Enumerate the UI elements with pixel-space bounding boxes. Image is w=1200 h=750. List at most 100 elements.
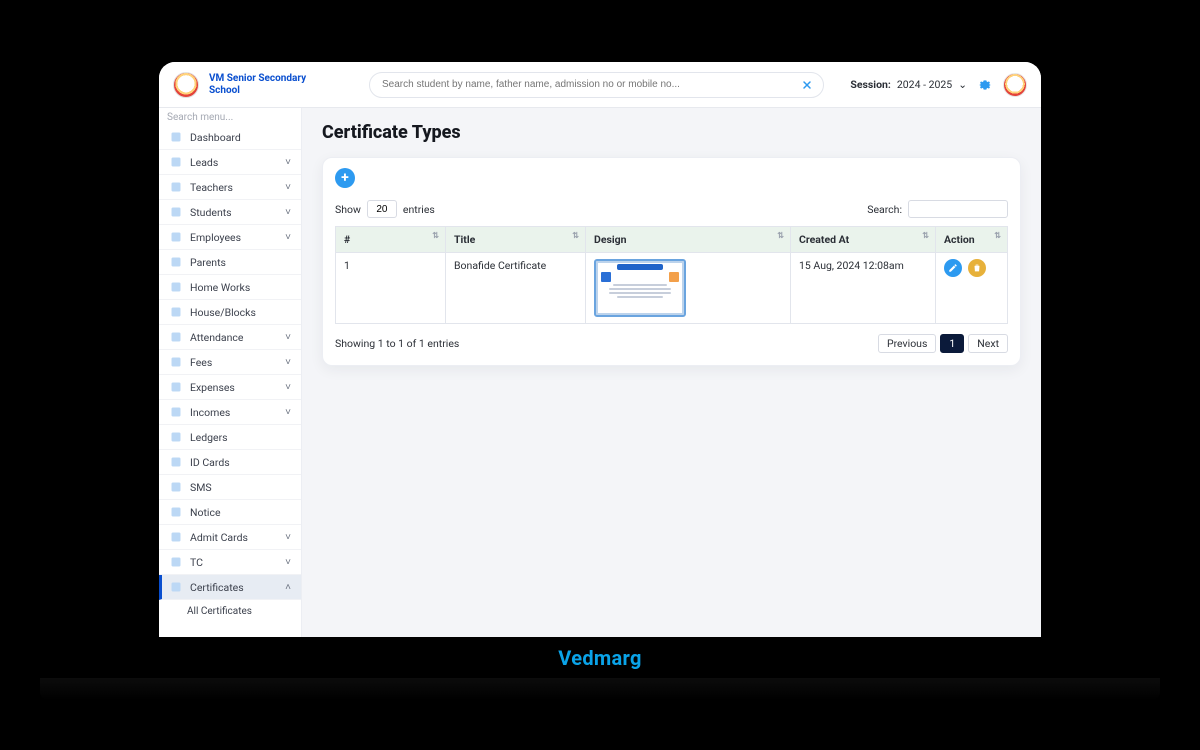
sidebar-item-label: ID Cards	[190, 456, 291, 469]
sidebar-item-admit-cards[interactable]: Admit Cards˅	[159, 525, 301, 550]
sidebar-item-sms[interactable]: SMS	[159, 475, 301, 500]
app-frame: VM Senior Secondary School Session: 2024…	[159, 62, 1041, 679]
sidebar-item-label: Certificates	[190, 581, 278, 594]
menu-item-icon	[169, 130, 183, 144]
entries-input[interactable]	[367, 200, 397, 218]
col-design-header[interactable]: Design⇅	[586, 227, 791, 253]
sidebar-item-parents[interactable]: Parents	[159, 250, 301, 275]
chevron-down-icon: ˅	[285, 382, 291, 393]
global-search-input[interactable]	[369, 72, 824, 98]
cell-design	[586, 253, 791, 324]
sidebar-menu: DashboardLeads˅Teachers˅Students˅Employe…	[159, 125, 301, 679]
school-logo	[173, 72, 199, 98]
table-row: 1 Bonafide Certificate	[336, 253, 1008, 324]
certificate-types-table: #⇅ Title⇅ Design⇅ Created At⇅ Action⇅ 1	[335, 226, 1008, 324]
topbar: VM Senior Secondary School Session: 2024…	[159, 62, 1041, 108]
sidebar-item-label: House/Blocks	[190, 306, 291, 319]
sidebar-item-house-blocks[interactable]: House/Blocks	[159, 300, 301, 325]
menu-item-icon	[169, 405, 183, 419]
plus-icon: +	[341, 170, 349, 186]
col-title-header[interactable]: Title⇅	[446, 227, 586, 253]
sidebar-item-label: TC	[190, 556, 278, 569]
pager-next[interactable]: Next	[968, 334, 1008, 353]
sidebar-item-tc[interactable]: TC˅	[159, 550, 301, 575]
sidebar-item-teachers[interactable]: Teachers˅	[159, 175, 301, 200]
close-icon	[801, 79, 813, 91]
sidebar-item-id-cards[interactable]: ID Cards	[159, 450, 301, 475]
sidebar-item-ledgers[interactable]: Ledgers	[159, 425, 301, 450]
pager-page-1[interactable]: 1	[940, 334, 964, 353]
menu-item-icon	[169, 230, 183, 244]
sidebar-item-label: SMS	[190, 481, 291, 494]
sidebar-item-label: Parents	[190, 256, 291, 269]
sidebar-item-incomes[interactable]: Incomes˅	[159, 400, 301, 425]
show-label-post: entries	[403, 203, 435, 216]
sort-icon: ⇅	[994, 231, 1001, 240]
menu-item-icon	[169, 430, 183, 444]
menu-item-icon	[169, 205, 183, 219]
cell-action	[936, 253, 1008, 324]
sidebar-item-employees[interactable]: Employees˅	[159, 225, 301, 250]
table-info: Showing 1 to 1 of 1 entries	[335, 337, 459, 350]
sidebar-item-certificates[interactable]: Certificates˄	[159, 575, 301, 600]
sort-icon: ⇅	[777, 231, 784, 240]
menu-item-icon	[169, 330, 183, 344]
avatar[interactable]	[1003, 73, 1027, 97]
sidebar-item-label: Home Works	[190, 281, 291, 294]
col-created-header[interactable]: Created At⇅	[791, 227, 936, 253]
chevron-down-icon: ˅	[285, 532, 291, 543]
sidebar-item-dashboard[interactable]: Dashboard	[159, 125, 301, 150]
clear-search-button[interactable]	[798, 76, 816, 94]
edit-button[interactable]	[944, 259, 962, 277]
brand-logo-text: Vedmarg	[558, 646, 641, 670]
certificate-thumbnail[interactable]	[594, 259, 686, 317]
table-search-input[interactable]	[908, 200, 1008, 218]
chevron-down-icon: ˅	[285, 407, 291, 418]
menu-item-icon	[169, 155, 183, 169]
chevron-down-icon: ˅	[285, 332, 291, 343]
main-content: Certificate Types + Show entries	[302, 108, 1041, 679]
trash-icon	[972, 263, 982, 273]
sidebar-item-label: Teachers	[190, 181, 278, 194]
settings-button[interactable]	[977, 77, 993, 93]
menu-item-icon	[169, 255, 183, 269]
delete-button[interactable]	[968, 259, 986, 277]
sidebar-subitem-all-certificates[interactable]: All Certificates	[159, 600, 301, 622]
sidebar-item-label: Attendance	[190, 331, 278, 344]
chevron-down-icon: ˅	[285, 157, 291, 168]
sidebar-item-students[interactable]: Students ˅	[159, 200, 301, 225]
table-footer: Showing 1 to 1 of 1 entries Previous 1 N…	[335, 334, 1008, 353]
sort-icon: ⇅	[432, 231, 439, 240]
search-label: Search:	[867, 203, 902, 216]
sidebar-item-home-works[interactable]: Home Works	[159, 275, 301, 300]
pager-previous[interactable]: Previous	[878, 334, 936, 353]
sidebar-search-placeholder[interactable]: Search menu...	[159, 108, 301, 125]
menu-item-icon	[169, 355, 183, 369]
sidebar-item-attendance[interactable]: Attendance ˅	[159, 325, 301, 350]
sidebar-item-label: Students	[190, 206, 278, 219]
cell-title: Bonafide Certificate	[446, 253, 586, 324]
sidebar-item-label: Notice	[190, 506, 291, 519]
menu-item-icon	[169, 305, 183, 319]
global-search-wrap	[369, 72, 824, 98]
session-value: 2024 - 2025	[897, 78, 952, 91]
sidebar-item-expenses[interactable]: Expenses˅	[159, 375, 301, 400]
chevron-down-icon: ⌄	[958, 78, 967, 91]
menu-item-icon	[169, 280, 183, 294]
chevron-down-icon: ˅	[285, 357, 291, 368]
sidebar-item-fees[interactable]: Fees˅	[159, 350, 301, 375]
sidebar-item-leads[interactable]: Leads˅	[159, 150, 301, 175]
col-action-header[interactable]: Action⇅	[936, 227, 1008, 253]
chevron-down-icon: ˅	[285, 207, 291, 218]
school-name: VM Senior Secondary School	[209, 73, 319, 96]
add-certificate-type-button[interactable]: +	[335, 168, 355, 188]
session-switcher[interactable]: Session: 2024 - 2025 ⌄	[850, 78, 967, 91]
laptop-base	[40, 678, 1160, 700]
pagination: Previous 1 Next	[878, 334, 1008, 353]
sidebar-item-notice[interactable]: Notice	[159, 500, 301, 525]
col-idx-header[interactable]: #⇅	[336, 227, 446, 253]
sidebar-item-label: Dashboard	[190, 131, 291, 144]
menu-item-icon	[169, 505, 183, 519]
menu-item-icon	[169, 530, 183, 544]
sidebar-item-label: Ledgers	[190, 431, 291, 444]
